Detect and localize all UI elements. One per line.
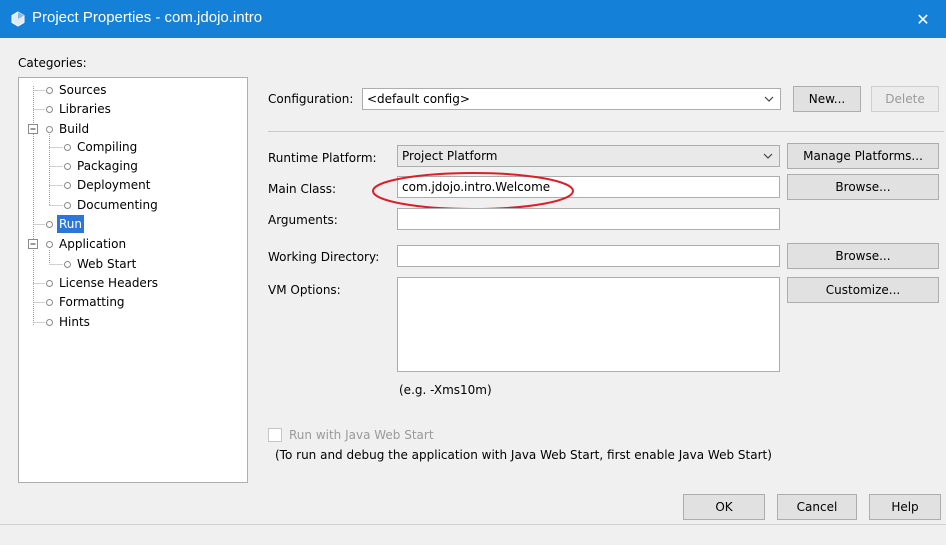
tree-item-libraries[interactable]: Libraries	[57, 100, 113, 118]
tree-item-build[interactable]: Build	[57, 120, 91, 138]
vm-options-hint: (e.g. -Xms10m)	[399, 383, 492, 397]
arguments-input[interactable]	[397, 208, 780, 230]
close-icon: ✕	[916, 9, 930, 29]
tree-item-web-start[interactable]: Web Start	[75, 255, 138, 273]
tree-item-compiling[interactable]: Compiling	[75, 138, 139, 156]
cancel-button[interactable]: Cancel	[777, 494, 857, 520]
configuration-select[interactable]: <default config>	[362, 88, 781, 110]
divider	[268, 131, 944, 132]
web-start-checkbox-label: Run with Java Web Start	[289, 428, 434, 442]
categories-label: Categories:	[18, 56, 87, 70]
working-directory-input[interactable]	[397, 245, 780, 267]
vm-options-textarea[interactable]	[397, 277, 780, 372]
manage-platforms-button[interactable]: Manage Platforms...	[787, 143, 939, 169]
window-title: Project Properties - com.jdojo.intro	[32, 9, 263, 26]
help-button[interactable]: Help	[869, 494, 941, 520]
tree-item-application[interactable]: Application	[57, 235, 128, 253]
collapse-icon-build	[28, 124, 38, 134]
tree-item-license-headers[interactable]: License Headers	[57, 274, 160, 292]
configuration-value: <default config>	[367, 92, 470, 106]
project-icon	[11, 11, 25, 27]
collapse-icon-application	[28, 239, 38, 249]
working-directory-browse-button[interactable]: Browse...	[787, 243, 939, 269]
delete-config-button[interactable]: Delete	[871, 86, 939, 112]
annotation-ellipse	[372, 172, 574, 210]
working-directory-label: Working Directory:	[268, 250, 380, 264]
title-bar: Project Properties - com.jdojo.intro ✕	[0, 0, 946, 38]
tree-item-hints[interactable]: Hints	[57, 313, 92, 331]
chevron-down-icon	[763, 153, 773, 159]
runtime-platform-value: Project Platform	[402, 149, 498, 163]
close-button[interactable]: ✕	[900, 0, 946, 38]
bottom-divider	[0, 524, 946, 525]
configuration-label: Configuration:	[268, 92, 354, 106]
tree-item-documenting[interactable]: Documenting	[75, 196, 160, 214]
web-start-checkbox[interactable]	[268, 428, 282, 442]
categories-tree[interactable]: Sources Libraries Build Compiling Packag…	[18, 77, 248, 483]
runtime-platform-select[interactable]: Project Platform	[397, 145, 780, 167]
new-config-button[interactable]: New...	[793, 86, 861, 112]
tree-item-run[interactable]: Run	[57, 215, 85, 233]
tree-item-formatting[interactable]: Formatting	[57, 293, 127, 311]
runtime-platform-label: Runtime Platform:	[268, 151, 377, 165]
tree-item-deployment[interactable]: Deployment	[75, 176, 152, 194]
ok-button[interactable]: OK	[683, 494, 765, 520]
web-start-note: (To run and debug the application with J…	[275, 448, 772, 462]
main-class-browse-button[interactable]: Browse...	[787, 174, 939, 200]
chevron-down-icon	[764, 96, 774, 102]
vm-options-label: VM Options:	[268, 283, 341, 297]
main-class-label: Main Class:	[268, 182, 337, 196]
customize-button[interactable]: Customize...	[787, 277, 939, 303]
tree-item-packaging[interactable]: Packaging	[75, 157, 140, 175]
arguments-label: Arguments:	[268, 213, 338, 227]
tree-item-sources[interactable]: Sources	[57, 81, 108, 99]
